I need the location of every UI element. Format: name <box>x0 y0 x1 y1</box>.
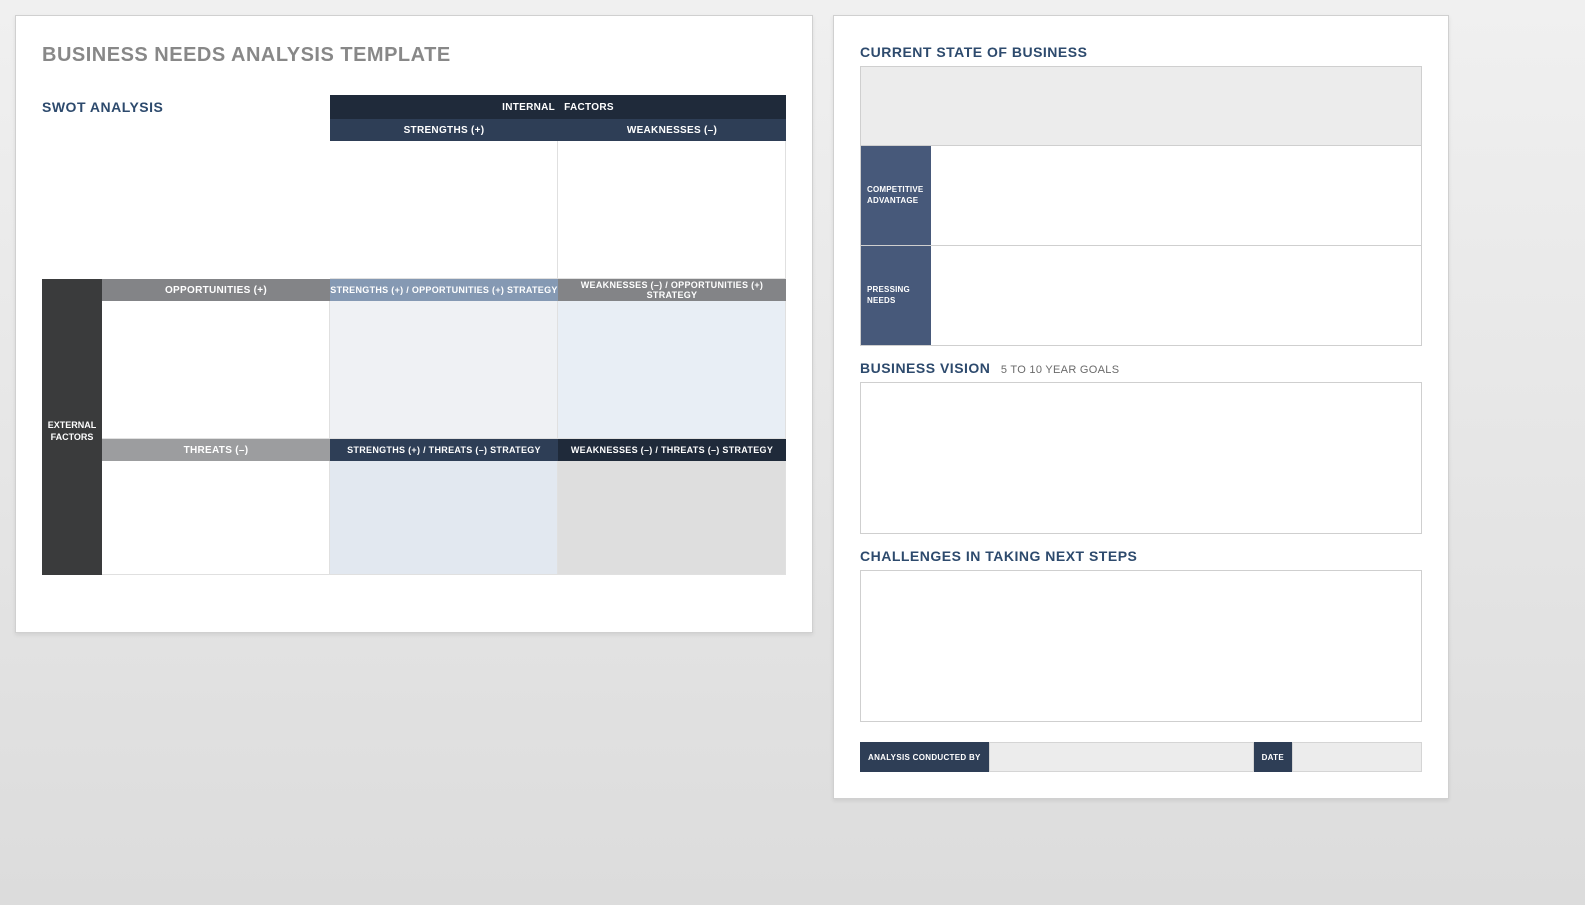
cell-weaknesses[interactable] <box>558 141 786 279</box>
page-left: BUSINESS NEEDS ANALYSIS TEMPLATE SWOT AN… <box>15 15 813 633</box>
cell-strengths[interactable] <box>330 141 558 279</box>
header-threats: THREATS (–) <box>102 439 330 461</box>
business-vision-text: BUSINESS VISION <box>860 360 990 376</box>
row-competitive-advantage: COMPETITIVE ADVANTAGE <box>860 146 1422 246</box>
cell-st-strategy[interactable] <box>330 461 558 575</box>
cell-wo-strategy[interactable] <box>558 301 786 439</box>
swot-table: SWOT ANALYSIS INTERNAL FACTORS STRENGTHS… <box>42 95 786 575</box>
header-strengths: STRENGTHS (+) <box>330 119 558 141</box>
field-date[interactable] <box>1292 742 1422 772</box>
heading-business-vision: BUSINESS VISION 5 TO 10 YEAR GOALS <box>860 360 1422 376</box>
page-right: CURRENT STATE OF BUSINESS COMPETITIVE AD… <box>833 15 1449 799</box>
header-wt-strategy: WEAKNESSES (–) / THREATS (–) STRATEGY <box>558 439 786 461</box>
spacer <box>42 119 330 141</box>
cell-pressing-needs[interactable] <box>931 246 1421 345</box>
header-so-strategy: STRENGTHS (+) / OPPORTUNITIES (+) STRATE… <box>330 279 558 301</box>
cell-competitive-advantage[interactable] <box>931 146 1421 245</box>
header-weaknesses: WEAKNESSES (–) <box>558 119 786 141</box>
header-st-strategy: STRENGTHS (+) / THREATS (–) STRATEGY <box>330 439 558 461</box>
cell-threats[interactable] <box>102 461 330 575</box>
label-pressing-needs: PRESSING NEEDS <box>861 246 931 345</box>
header-wo-strategy: WEAKNESSES (–) / OPPORTUNITIES (+) STRAT… <box>558 279 786 301</box>
external-factors-text: EXTERNAL FACTORS <box>42 420 102 443</box>
heading-current-state: CURRENT STATE OF BUSINESS <box>860 44 1422 60</box>
external-factors-label: EXTERNAL FACTORS <box>42 301 102 575</box>
cell-opportunities[interactable] <box>102 301 330 439</box>
row-pressing-needs: PRESSING NEEDS <box>860 246 1422 346</box>
document-title: BUSINESS NEEDS ANALYSIS TEMPLATE <box>42 44 786 67</box>
heading-challenges: CHALLENGES IN TAKING NEXT STEPS <box>860 548 1422 564</box>
business-vision-sub: 5 TO 10 YEAR GOALS <box>1001 364 1120 376</box>
header-opportunities: OPPORTUNITIES (+) <box>102 279 330 301</box>
box-current-state[interactable] <box>860 66 1422 146</box>
field-analysis-conducted-by[interactable] <box>989 742 1254 772</box>
swot-heading-cell: SWOT ANALYSIS <box>42 95 330 119</box>
box-business-vision[interactable] <box>860 382 1422 534</box>
cell-so-strategy[interactable] <box>330 301 558 439</box>
label-date: DATE <box>1254 742 1292 772</box>
spacer <box>42 141 330 279</box>
swot-heading: SWOT ANALYSIS <box>42 99 163 115</box>
label-competitive-advantage: COMPETITIVE ADVANTAGE <box>861 146 931 245</box>
footer-row: ANALYSIS CONDUCTED BY DATE <box>860 742 1422 772</box>
external-factors-top <box>42 279 102 301</box>
box-challenges[interactable] <box>860 570 1422 722</box>
header-internal-factors: INTERNAL FACTORS <box>330 95 786 119</box>
label-analysis-conducted-by: ANALYSIS CONDUCTED BY <box>860 742 989 772</box>
cell-wt-strategy[interactable] <box>558 461 786 575</box>
